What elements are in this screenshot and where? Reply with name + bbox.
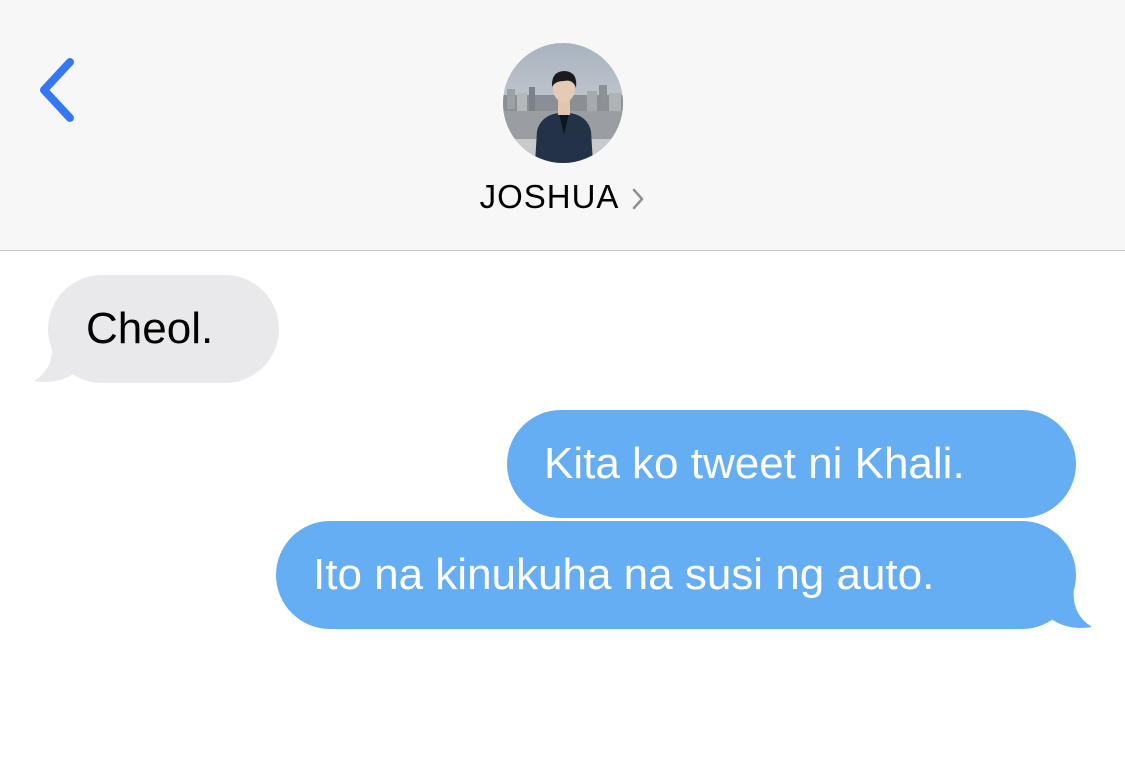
message-bubble-received[interactable]: Cheol. xyxy=(48,275,279,383)
contact-name-button[interactable]: JOSHUA xyxy=(0,172,1125,222)
bubble-tail-sent xyxy=(1048,586,1092,628)
chevron-right-icon xyxy=(633,188,644,210)
avatar[interactable] xyxy=(503,43,623,163)
message-text: Kita ko tweet ni Khali. xyxy=(544,439,965,488)
bubble-tail-received xyxy=(34,340,78,382)
contact-name: JOSHUA xyxy=(479,178,620,215)
conversation-header: JOSHUA xyxy=(0,0,1125,251)
chevron-left-icon xyxy=(40,58,74,122)
messages-screen: JOSHUA Cheol. Kita ko tweet ni Khali. It… xyxy=(0,0,1125,759)
contact-photo xyxy=(503,43,623,163)
message-text: Ito na kinukuha na susi ng auto. xyxy=(313,550,935,599)
message-bubble-sent[interactable]: Kita ko tweet ni Khali. xyxy=(507,410,1076,518)
back-button[interactable] xyxy=(30,52,90,132)
message-text: Cheol. xyxy=(86,304,214,353)
message-bubble-sent[interactable]: Ito na kinukuha na susi ng auto. xyxy=(276,521,1076,629)
